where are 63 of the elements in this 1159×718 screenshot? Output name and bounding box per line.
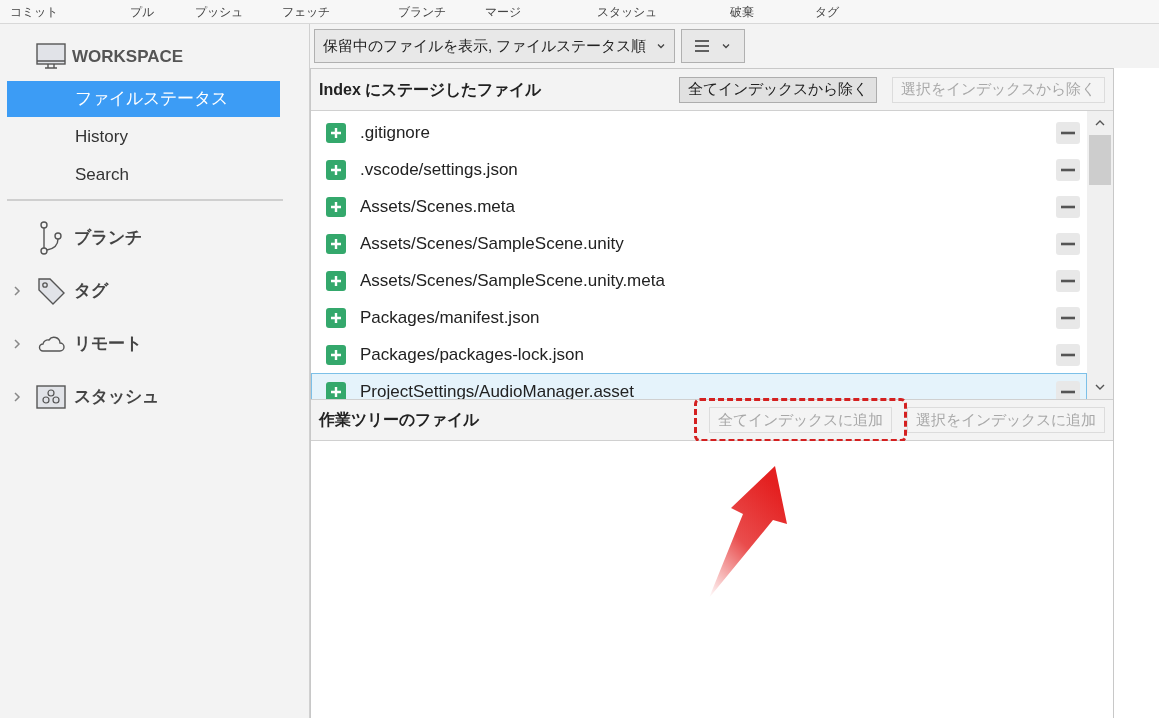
unstage-minus-icon[interactable] [1056,158,1080,181]
unstage-minus-icon[interactable] [1056,195,1080,218]
file-row[interactable]: .vscode/settings.json [311,151,1087,188]
branch-icon [39,220,63,255]
dropdown-caret-icon [656,41,667,51]
sidebar-section[interactable]: ブランチ [74,224,142,251]
file-row[interactable]: Assets/Scenes/SampleScene.unity [311,225,1087,262]
file-row[interactable]: Assets/Scenes/SampleScene.unity.meta [311,262,1087,299]
cloud-icon [37,334,65,353]
chevron-right-icon[interactable] [12,390,22,403]
added-file-icon [326,196,346,217]
file-path: Assets/Scenes/SampleScene.unity.meta [360,269,666,292]
scrollbar[interactable] [1087,111,1113,399]
scrollbar-thumb[interactable] [1089,135,1111,185]
stash-icon [36,384,66,409]
panel-title: Index にステージしたファイル [319,79,543,100]
unstage-minus-icon[interactable] [1056,306,1080,329]
file-path: Packages/packages-lock.json [360,343,585,366]
sidebar-section[interactable]: リモート [74,330,142,357]
sidebar-item[interactable]: Search [7,157,280,193]
added-file-icon [326,159,346,180]
file-row[interactable]: Packages/packages-lock.json [311,336,1087,373]
file-row[interactable]: Assets/Scenes.meta [311,188,1087,225]
toolbar-button[interactable]: マージ [485,2,597,21]
added-file-icon [326,122,346,143]
added-file-icon [326,270,346,291]
unstage-minus-icon[interactable] [1056,269,1080,292]
unstage-minus-icon[interactable] [1056,121,1080,144]
toolbar-button[interactable]: プッシュ [195,2,282,21]
added-file-icon [326,344,346,365]
panel-button[interactable]: 全てインデックスから除く [679,76,877,103]
toolbar-button[interactable]: スタッシュ [597,2,730,21]
sidebar-item[interactable]: History [7,119,280,155]
sidebar-section[interactable]: スタッシュ [74,383,159,410]
unstage-minus-icon[interactable] [1056,232,1080,255]
menu-icon [695,40,710,52]
toolbar-button[interactable]: フェッチ [282,2,398,21]
file-path: Packages/manifest.json [360,306,541,329]
view-dropdown[interactable]: 保留中のファイルを表示, ファイルステータス順 [314,29,676,63]
file-row[interactable]: Packages/manifest.json [311,299,1087,336]
toolbar-button[interactable]: コミット [10,2,130,21]
toolbar-button[interactable]: 破棄 [730,2,815,21]
chevron-right-icon[interactable] [12,337,22,350]
file-path: Assets/Scenes/SampleScene.unity [360,232,625,255]
monitor-icon [36,43,66,71]
file-path: .vscode/settings.json [360,158,519,181]
dropdown-caret-icon [721,41,732,51]
toolbar-button[interactable]: プル [130,2,195,21]
workspace-heading: WORKSPACE [72,46,184,69]
tag-icon [36,275,66,306]
file-path: .gitignore [360,121,431,144]
list-view-dropdown[interactable] [681,29,746,63]
unstage-minus-icon[interactable] [1056,380,1080,399]
sidebar-section[interactable]: タグ [74,277,108,304]
added-file-icon [326,233,346,254]
added-file-icon [326,307,346,328]
panel-title: 作業ツリーのファイル [319,410,480,430]
toolbar-button[interactable]: ブランチ [398,2,485,21]
toolbar-button[interactable]: タグ [815,2,875,21]
file-row[interactable]: .gitignore [311,114,1087,151]
file-path: Assets/Scenes.meta [360,195,516,218]
chevron-right-icon[interactable] [12,284,22,297]
unstage-minus-icon[interactable] [1056,343,1080,366]
